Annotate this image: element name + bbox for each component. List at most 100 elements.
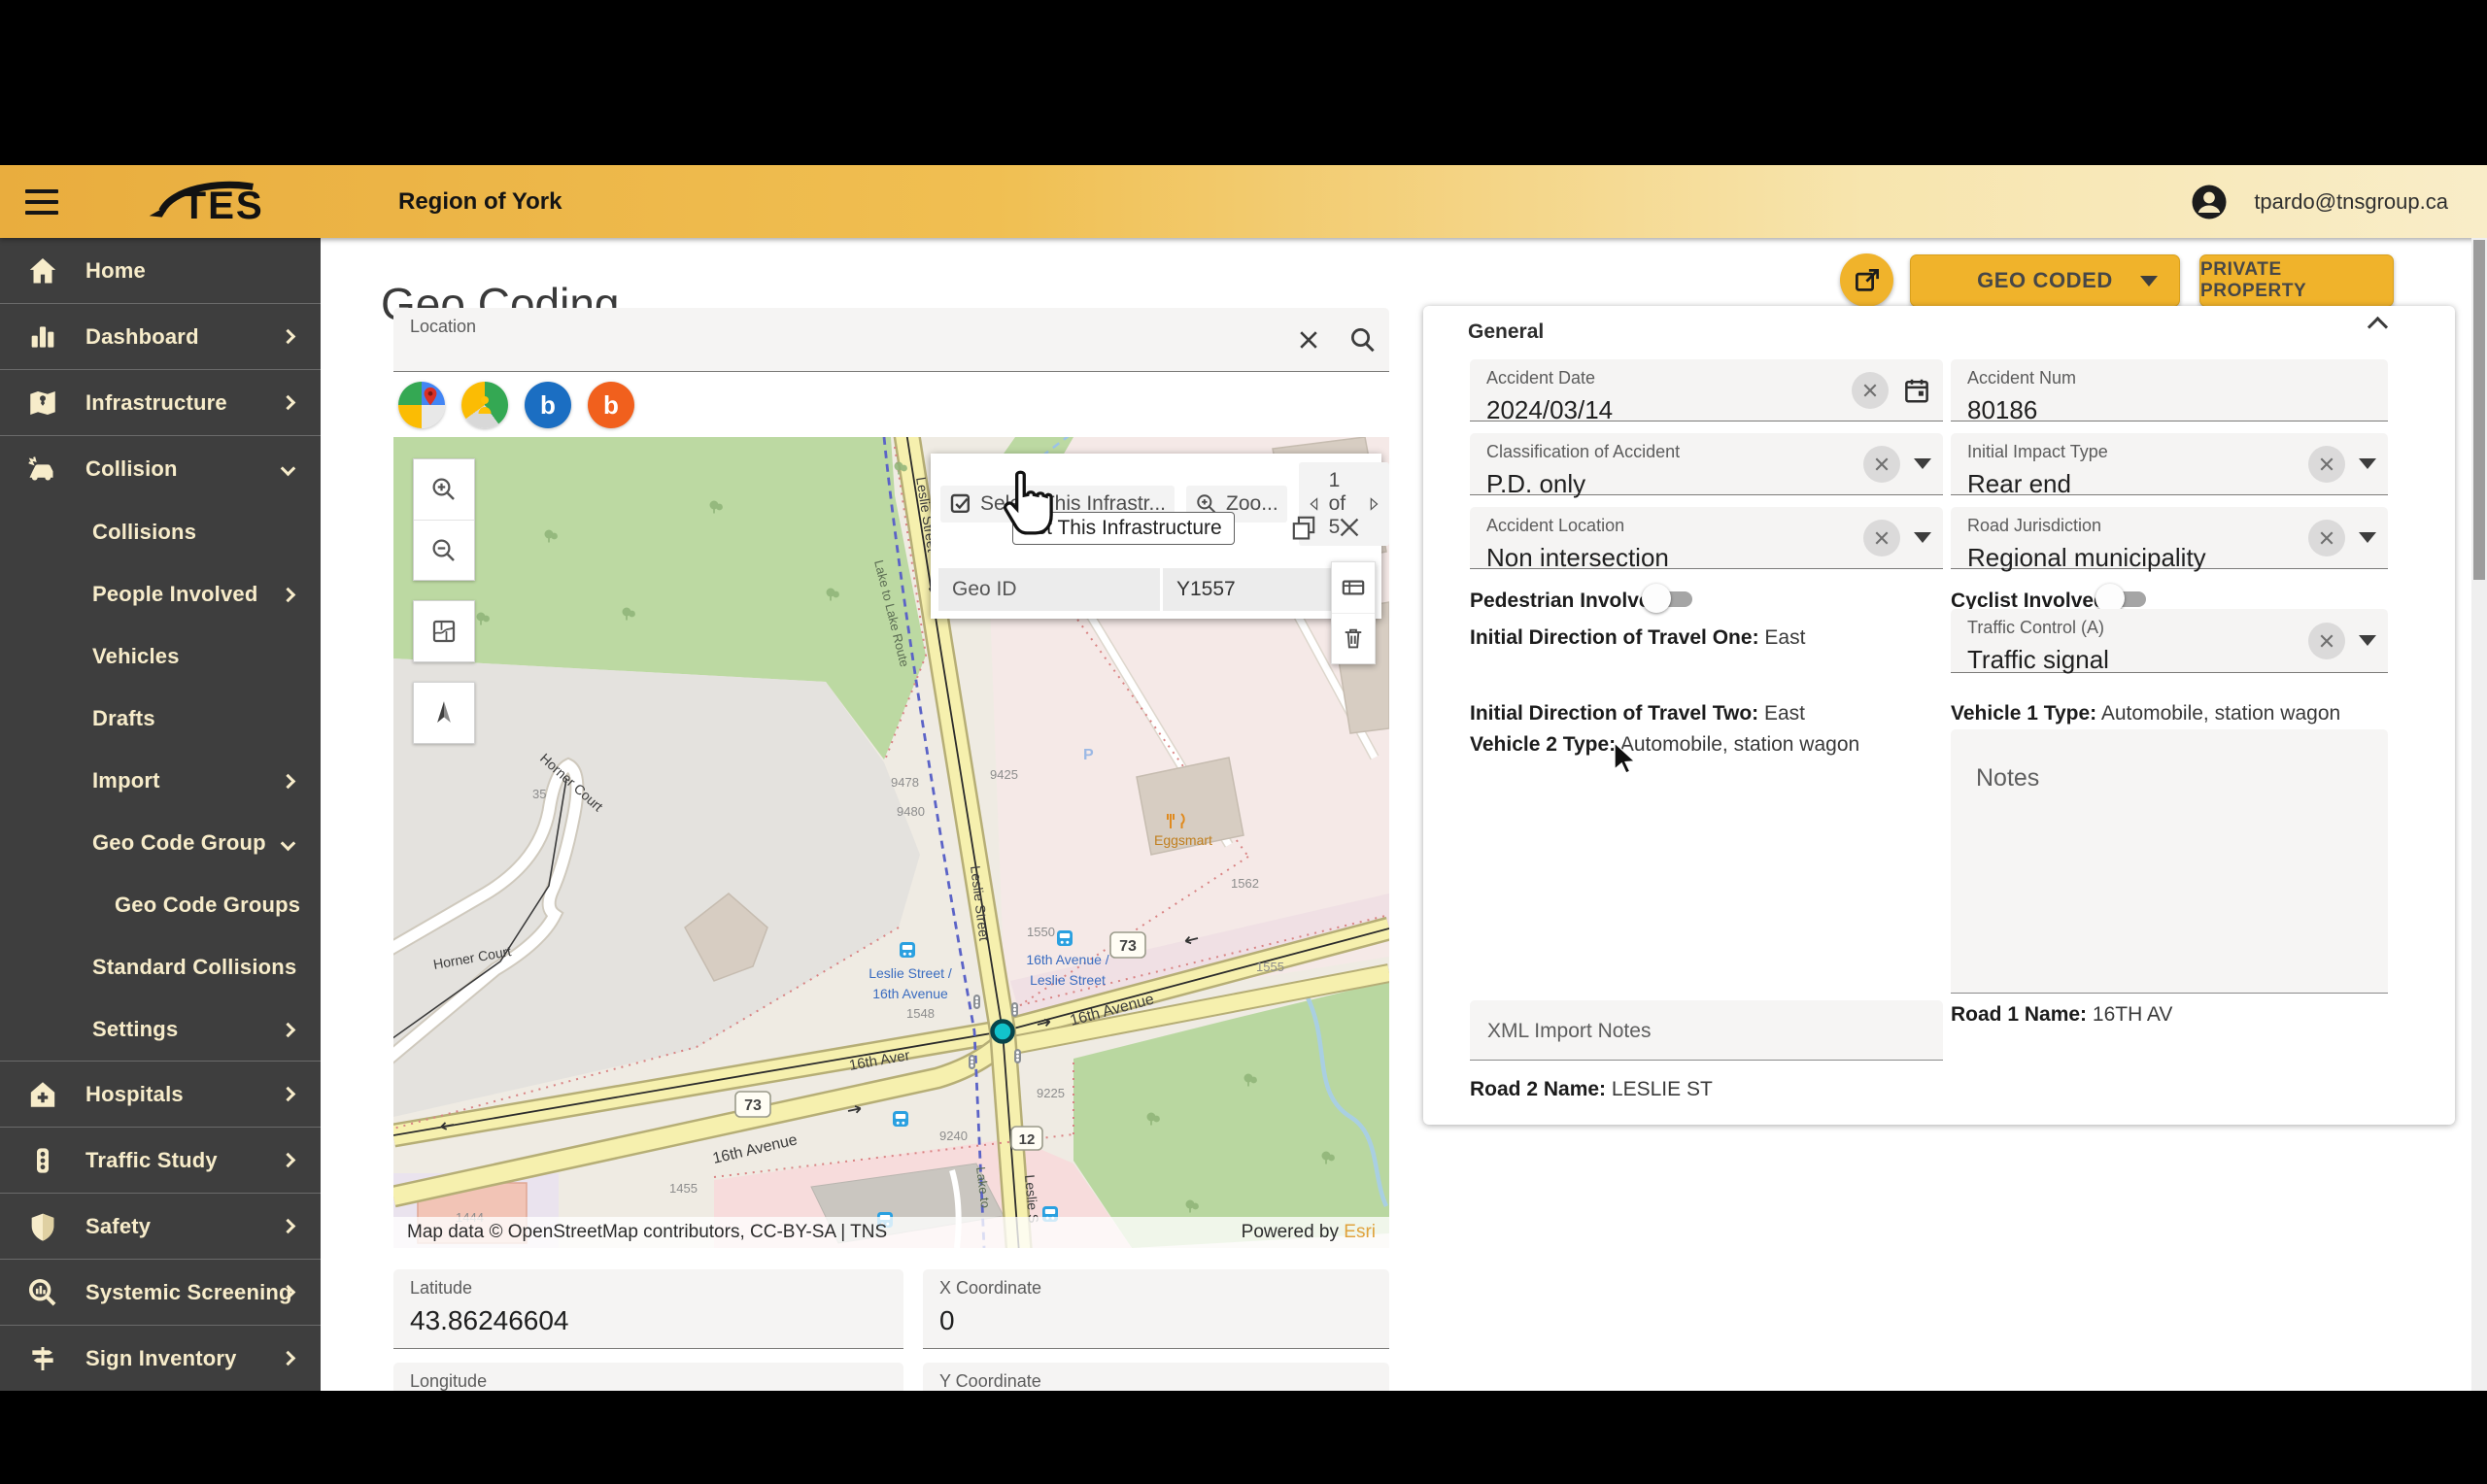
zoom-out-button[interactable] <box>414 520 474 580</box>
zoom-controls <box>413 458 475 581</box>
external-link-icon <box>1855 268 1879 291</box>
svg-text:16th Avenue /: 16th Avenue / <box>1026 952 1108 967</box>
clear-icon[interactable] <box>1863 519 1900 556</box>
notes-textarea[interactable]: Notes <box>1951 729 2388 994</box>
classification-select[interactable]: Classification of Accident P.D. only <box>1470 433 1943 498</box>
close-popup-icon[interactable] <box>1337 514 1362 541</box>
car-crash-icon <box>23 452 62 487</box>
search-icon[interactable] <box>1348 325 1378 354</box>
basemap-button[interactable] <box>414 601 474 661</box>
private-property-button[interactable]: PRIVATE PROPERTY <box>2199 254 2394 307</box>
clear-search-icon[interactable] <box>1296 327 1321 353</box>
svg-text:9225: 9225 <box>1037 1086 1065 1100</box>
geo-coded-status-button[interactable]: GEO CODED <box>1910 254 2180 307</box>
sidebar-item-settings[interactable]: Settings <box>0 998 321 1061</box>
sidebar-item-geo-code-groups[interactable]: Geo Code Groups <box>0 874 321 936</box>
sidebar-item-infrastructure[interactable]: Infrastructure <box>0 370 321 435</box>
collapse-panel-icon[interactable] <box>2367 316 2389 338</box>
chevron-right-icon <box>280 394 296 411</box>
sidebar-item-import[interactable]: Import <box>0 750 321 812</box>
x-coordinate-field[interactable]: X Coordinate 0 <box>923 1269 1389 1349</box>
page-scrollbar[interactable] <box>2471 238 2487 1391</box>
sidebar-item-hospitals[interactable]: Hospitals <box>0 1062 321 1127</box>
hospital-icon <box>23 1078 62 1111</box>
svg-text:73: 73 <box>744 1097 762 1114</box>
trash-icon[interactable] <box>1332 612 1375 664</box>
location-search-field[interactable]: Location <box>393 308 1389 372</box>
chevron-right-icon <box>280 1152 296 1168</box>
esri-link[interactable]: Esri <box>1344 1222 1376 1242</box>
open-external-button[interactable] <box>1840 253 1893 307</box>
road-jurisdiction-select[interactable]: Road Jurisdiction Regional municipality <box>1951 507 2388 572</box>
sidebar-item-people-involved[interactable]: People Involved <box>0 563 321 625</box>
svg-text:9480: 9480 <box>897 804 925 819</box>
dock-popup-icon[interactable] <box>1290 514 1317 541</box>
bing-maps-icon[interactable]: b <box>525 382 571 428</box>
dropdown-caret-icon[interactable] <box>2359 635 2376 646</box>
zoom-to-label: Zoo... <box>1226 492 1278 515</box>
parking-icon: P <box>1083 747 1094 763</box>
svg-text:1550: 1550 <box>1027 925 1055 939</box>
popup-attribute-row: Geo ID Y1557 <box>938 568 1334 611</box>
attribution-text: Map data © OpenStreetMap contributors, C… <box>407 1222 888 1242</box>
google-streetview-icon[interactable] <box>461 382 508 428</box>
sidebar-item-sign-inventory[interactable]: Sign Inventory <box>0 1326 321 1391</box>
sidebar-item-dashboard[interactable]: Dashboard <box>0 304 321 369</box>
chevron-right-icon <box>280 1086 296 1102</box>
zoom-in-button[interactable] <box>414 459 474 520</box>
svg-text:9240: 9240 <box>939 1129 968 1143</box>
calendar-icon[interactable] <box>1902 376 1931 405</box>
private-property-label: PRIVATE PROPERTY <box>2200 259 2307 301</box>
svg-text:Leslie Street: Leslie Street <box>1030 972 1106 988</box>
svg-text:16th Avenue: 16th Avenue <box>872 986 948 1001</box>
xml-import-notes-field[interactable]: XML Import Notes <box>1470 1000 1943 1061</box>
traffic-control-select[interactable]: Traffic Control (A) Traffic signal <box>1951 609 2388 674</box>
north-arrow-button[interactable] <box>414 683 474 743</box>
sidebar: Home Dashboard Infrastructure Collision … <box>0 238 321 1391</box>
mouse-cursor <box>1614 743 1637 774</box>
dropdown-caret-icon[interactable] <box>1914 532 1931 543</box>
clear-date-icon[interactable] <box>1852 371 1889 409</box>
sidebar-item-collision[interactable]: Collision <box>0 436 321 501</box>
geo-id-label: Geo ID <box>938 568 1160 611</box>
checkbox-icon <box>950 493 970 513</box>
latitude-field[interactable]: Latitude 43.86246604 <box>393 1269 903 1349</box>
accident-num-field[interactable]: Accident Num 80186 <box>1951 359 2388 424</box>
road2-name: Road 2 Name: LESLIE ST <box>1470 1078 1713 1100</box>
hamburger-menu-icon[interactable] <box>25 188 58 215</box>
dropdown-caret-icon[interactable] <box>2359 532 2376 543</box>
pager-prev-icon[interactable] <box>1309 494 1319 514</box>
general-panel: General Accident Date 2024/03/14 Acciden… <box>1423 306 2455 1125</box>
sidebar-item-home[interactable]: Home <box>0 238 321 303</box>
sidebar-item-collisions[interactable]: Collisions <box>0 501 321 563</box>
google-maps-icon[interactable] <box>398 382 445 428</box>
dashboard-icon <box>23 321 62 353</box>
sidebar-item-drafts[interactable]: Drafts <box>0 688 321 750</box>
sidebar-item-traffic-study[interactable]: Traffic Study <box>0 1128 321 1193</box>
dropdown-caret-icon[interactable] <box>2359 458 2376 469</box>
sidebar-item-safety[interactable]: Safety <box>0 1194 321 1259</box>
location-label: Location <box>410 317 477 336</box>
clear-icon[interactable] <box>2308 519 2345 556</box>
user-avatar-icon[interactable] <box>2190 183 2229 221</box>
sidebar-item-standard-collisions[interactable]: Standard Collisions <box>0 936 321 998</box>
sidebar-item-systemic-screening[interactable]: Systemic Screening <box>0 1260 321 1325</box>
dropdown-caret-icon[interactable] <box>1914 458 1931 469</box>
selected-location-marker[interactable] <box>990 1019 1015 1044</box>
accident-date-field[interactable]: Accident Date 2024/03/14 <box>1470 359 1943 424</box>
clear-icon[interactable] <box>2308 622 2345 659</box>
route-badge-73-east: 73 <box>1109 931 1146 959</box>
pager-next-icon[interactable] <box>1369 494 1380 514</box>
accident-location-select[interactable]: Accident Location Non intersection <box>1470 507 1943 572</box>
scrollbar-thumb[interactable] <box>2473 240 2485 580</box>
table-view-icon[interactable] <box>1332 562 1375 613</box>
clear-icon[interactable] <box>2308 445 2345 483</box>
pedestrian-involved-toggle[interactable] <box>1642 582 1696 615</box>
clear-icon[interactable] <box>1863 445 1900 483</box>
sidebar-item-vehicles[interactable]: Vehicles <box>0 625 321 688</box>
svg-text:Leslie Street /: Leslie Street / <box>869 965 952 981</box>
impact-type-select[interactable]: Initial Impact Type Rear end <box>1951 433 2388 498</box>
user-email[interactable]: tpardo@tnsgroup.ca <box>2254 189 2448 215</box>
bing-streetside-icon[interactable]: b <box>588 382 634 428</box>
sidebar-item-geo-code-group[interactable]: Geo Code Group <box>0 812 321 874</box>
